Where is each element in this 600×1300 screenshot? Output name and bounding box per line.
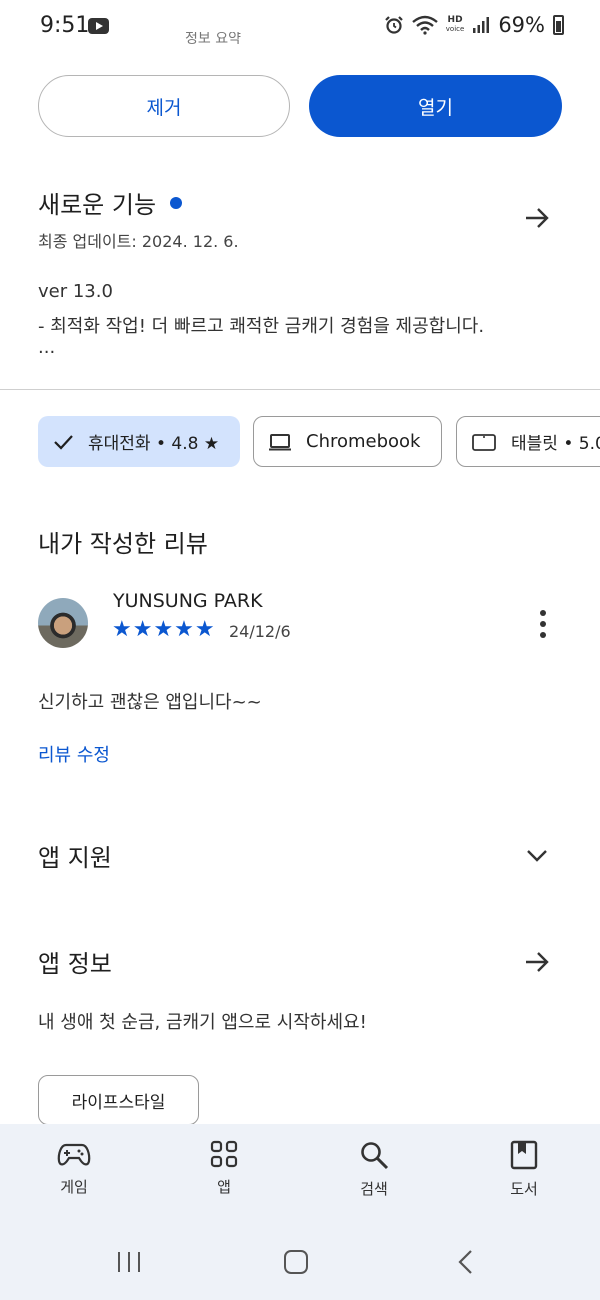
arrow-right-icon[interactable] [522,947,552,977]
whats-new-header: 새로운 기능 [38,185,562,220]
recent-apps-icon[interactable] [116,1251,142,1273]
tablet-icon [472,433,496,451]
nav-search-label: 검색 [360,1180,388,1198]
whats-new-section[interactable]: 새로운 기능 최종 업데이트: 2024. 12. 6. ver 13.0 - … [38,185,562,358]
my-review-title: 내가 작성한 리뷰 [38,530,208,558]
apps-grid-icon [210,1140,238,1168]
wifi-icon [412,15,438,35]
app-description: 내 생애 첫 순금, 금캐기 앱으로 시작하세요! [38,1012,367,1033]
book-icon [510,1140,538,1170]
chip-chromebook-label: Chromebook [306,431,421,452]
youtube-notification-icon [88,18,109,34]
more-ellipsis: ... [38,337,56,358]
category-chip[interactable]: 라이프스타일 [38,1075,199,1125]
reviewer-name: YUNSUNG PARK [113,590,263,612]
nav-books-label: 도서 [510,1180,538,1198]
laptop-icon [269,433,291,450]
partial-header-text: 정보 요약 [185,32,241,44]
status-icons: HD voice 69% [384,13,564,37]
signal-icon [473,17,490,33]
status-bar: 9:51 HD voice 69% [0,0,600,54]
check-icon [54,434,73,450]
gamepad-icon [57,1143,91,1166]
nav-search[interactable]: 검색 [329,1140,419,1199]
status-time: 9:51 [40,13,90,38]
home-icon[interactable] [284,1250,308,1274]
remove-button[interactable]: 제거 [38,75,290,137]
star-rating: ★★★★★ [112,617,216,642]
review-date: 24/12/6 [229,622,291,641]
bottom-navigation: 게임 앱 검색 도서 [0,1124,600,1220]
chip-phone-label: 휴대전화 • 4.8 ★ [88,434,220,454]
nav-books[interactable]: 도서 [479,1140,569,1199]
app-info-title[interactable]: 앱 정보 [38,944,112,979]
hd-voice-icon: HD voice [445,15,465,34]
battery-percent: 69% [498,13,545,37]
nav-apps[interactable]: 앱 [179,1140,269,1197]
chevron-down-icon[interactable] [525,843,549,867]
action-buttons: 제거 열기 [38,75,562,138]
edit-review-link[interactable]: 리뷰 수정 [38,741,110,767]
back-icon[interactable] [455,1249,475,1275]
nav-games[interactable]: 게임 [29,1140,119,1197]
chip-tablet[interactable]: 태블릿 • 5.0 [456,416,600,467]
section-divider [0,389,600,390]
version-text: ver 13.0 [38,281,113,302]
alarm-icon [385,16,403,34]
device-filter-chips: 휴대전화 • 4.8 ★ Chromebook 태블릿 • 5.0 [38,416,600,468]
open-button[interactable]: 열기 [309,75,562,137]
last-updated-text: 최종 업데이트: 2024. 12. 6. [38,232,239,251]
chip-chromebook[interactable]: Chromebook [253,416,442,467]
changes-text: - 최적화 작업! 더 빠르고 쾌적한 금캐기 경험을 제공합니다. [38,316,485,337]
battery-icon [553,15,564,35]
arrow-right-icon[interactable] [522,203,552,233]
nav-apps-label: 앱 [217,1178,231,1196]
avatar [38,598,88,648]
search-icon [361,1142,389,1170]
new-indicator-dot [170,196,183,209]
chip-tablet-label: 태블릿 • 5.0 [511,434,600,454]
more-vert-icon[interactable] [533,608,553,640]
chip-phone[interactable]: 휴대전화 • 4.8 ★ [38,416,240,467]
nav-games-label: 게임 [60,1178,88,1196]
app-support-title[interactable]: 앱 지원 [38,838,112,873]
whats-new-title: 새로운 기능 [38,191,157,219]
review-text: 신기하고 괜찮은 앱입니다~~ [38,692,262,713]
system-navigation-bar [0,1220,600,1300]
